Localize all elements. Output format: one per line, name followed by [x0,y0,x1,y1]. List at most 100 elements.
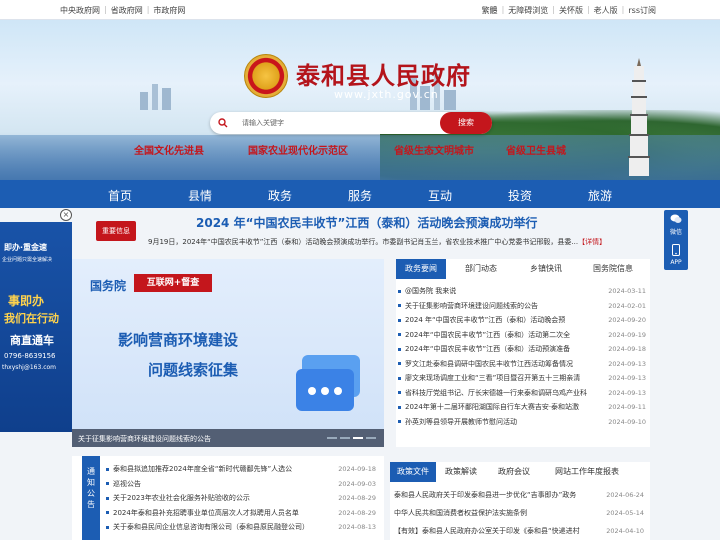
carousel-dot[interactable] [340,437,350,439]
list-item[interactable]: 罗文江赴泰和县调研中国农民丰收节江西活动筹备情况 2024-09-13 [398,357,646,372]
divider: | [146,5,150,14]
tab-gov-news[interactable]: 政务要闻 [396,259,446,279]
search-button[interactable]: 搜索 [440,112,492,134]
main-nav: 首页 县情 政务 服务 互动 投资 旅游 [0,180,720,208]
top-links-left: 中央政府网 | 省政府网 | 市政府网 [60,5,185,16]
hero-banner: 泰和县人民政府 www.jxth.gov.cn 请输入关键字 搜索 全国文化先进… [0,20,720,180]
floating-toolbar-right: 微信 APP [664,210,688,270]
notice-panel: 泰和县拟追加推荐2024年度全省“新时代赣鄱先锋”人选公 2024-09-18 巡… [72,456,384,540]
search-icon [218,118,228,128]
top-link-elder-mode[interactable]: 老人版 [594,5,618,16]
ad-line-5: 商直通车 [10,334,54,347]
list-item[interactable]: 关于2023年农业社会化服务补贴验收的公示 2024-08-29 [106,491,376,506]
site-title: 泰和县人民政府 [296,61,471,90]
tab-town-news[interactable]: 乡镇快讯 [516,259,576,279]
tab-gov-meetings[interactable]: 政府会议 [486,462,542,482]
nav-item-county-info[interactable]: 县情 [188,187,212,204]
banner-tag-state-council: 国务院 [90,279,127,293]
list-item[interactable]: 关于泰和县民间企业信息咨询有限公司（泰和县原民融登公司） 2024-08-13 [106,520,376,535]
tab-policy-docs[interactable]: 政策文件 [390,462,436,482]
banner-title-line-2: 问题线索征集 [148,361,239,379]
list-item[interactable]: 廖文来现场调度工业和“三看”项目暨召开第五十三期亲清 2024-09-13 [398,371,646,386]
ad-line-4: 我们在行动 [4,312,59,325]
important-news-badge: 重要信息 [96,221,136,241]
ad-line-3: 事即办 [8,294,45,308]
nav-item-interaction[interactable]: 互动 [428,187,452,204]
docs-list: 泰和县人民政府关于印发泰和县进一步优化“吉事即办”政务 2024-06-24 中华… [394,486,644,540]
list-item[interactable]: @国务院 我来说 2024-03-11 [398,284,646,299]
mobile-phone-icon[interactable] [672,244,680,256]
headline-more-link[interactable]: 【详情】 [578,238,606,246]
slogan-3: 省级生态文明城市 [394,146,474,157]
river-illustration [0,135,720,180]
nav-item-tourism[interactable]: 旅游 [588,187,612,204]
tab-state-council-info[interactable]: 国务院信息 [576,259,650,279]
top-link-care-mode[interactable]: 关怀版 [559,5,583,16]
ad-email: thxyshj@163.com [2,364,57,371]
notice-section-text: 通知公告 [87,467,95,509]
top-link-central-gov[interactable]: 中央政府网 [60,5,100,16]
wechat-icon[interactable] [670,214,682,224]
notice-list: 泰和县拟追加推荐2024年度全省“新时代赣鄱先锋”人选公 2024-09-18 巡… [106,462,376,535]
slogan-4: 省级卫生县城 [506,146,566,157]
wechat-label[interactable]: 微信 [664,227,688,236]
list-item[interactable]: 孙英刘等县领导开展教师节慰问活动 2024-09-10 [398,415,646,430]
list-item[interactable]: 泰和县人民政府关于印发泰和县进一步优化“吉事即办”政务 2024-06-24 [394,486,644,504]
list-item[interactable]: 2024年第十二届环鄱阳湖国际自行车大赛吉安·泰和站激 2024-09-11 [398,400,646,415]
list-item[interactable]: 省科技厅党组书记、厅长宋德雄一行来泰和调研乌鸡产业科 2024-09-13 [398,386,646,401]
list-item[interactable]: 【有效】泰和县人民政府办公室关于印发《泰和县“快递进村 2024-04-10 [394,522,644,540]
banner-tag-internet-supervision: 互联网+督查 [134,274,212,292]
close-icon[interactable]: × [60,209,72,221]
docs-panel: 政策文件 政策解读 政府会议 网站工作年度报表 泰和县人民政府关于印发泰和县进一… [390,462,650,540]
tab-annual-report[interactable]: 网站工作年度报表 [542,462,632,482]
nav-item-home[interactable]: 首页 [108,187,132,204]
list-item[interactable]: 巡视公告 2024-09-03 [106,477,376,492]
top-links-right: 繁體 | 无障碍浏览 | 关怀版 | 老人版 | rss订阅 [482,5,656,16]
slogan-1: 全国文化先进县 [134,146,204,157]
top-bar: 中央政府网 | 省政府网 | 市政府网 繁體 | 无障碍浏览 | 关怀版 | 老… [0,0,720,20]
headline-title[interactable]: 2024 年“中国农民丰收节”江西（泰和）活动晚会预演成功举行 [196,214,537,231]
divider: | [501,5,505,14]
ad-line-2: 企业问题只需全速解决 [2,257,53,263]
docs-tabs: 政策文件 政策解读 政府会议 网站工作年度报表 [390,462,632,482]
headline-summary-text: 9月19日，2024年“中国农民丰收节”江西（泰和）活动晚会预演成功举行。市委副… [148,238,579,246]
slogan-2: 国家农业现代化示范区 [248,146,348,157]
search-bar: 请输入关键字 搜索 [210,112,492,134]
search-input[interactable]: 请输入关键字 [242,118,284,128]
notice-section-label: 通知公告 [82,456,100,540]
carousel-dot-active[interactable] [353,437,363,439]
list-item[interactable]: 2024 年“中国农民丰收节”江西（泰和）活动晚会预 2024-09-20 [398,313,646,328]
nav-item-services[interactable]: 服务 [348,187,372,204]
carousel-dot[interactable] [327,437,337,439]
list-item[interactable]: 2024年“中国农民丰收节”江西（泰和）活动预演准备 2024-09-18 [398,342,646,357]
nav-item-government[interactable]: 政务 [268,187,292,204]
ad-phone: 0796-8639156 [4,352,56,360]
top-link-rss[interactable]: rss订阅 [628,5,656,16]
list-item[interactable]: 2024年“中国农民丰收节”江西（泰和）活动第二次全 2024-09-19 [398,328,646,343]
news-tabs: 政务要闻 部门动态 乡镇快讯 国务院信息 [396,259,650,279]
floating-ad-left[interactable]: 即办·重金速 企业问题只需全速解决 事即办 我们在行动 商直通车 0796-86… [0,222,72,432]
tab-dept-news[interactable]: 部门动态 [446,259,516,279]
app-label[interactable]: APP [664,259,688,266]
divider: | [104,5,107,14]
national-emblem-logo [244,54,288,98]
banner-caption[interactable]: 关于征集影响营商环境建设问题线索的公告 [78,434,211,444]
top-link-accessibility[interactable]: 无障碍浏览 [508,5,548,16]
divider: | [586,5,590,14]
carousel-dots [327,437,376,439]
list-item[interactable]: 关于征集影响营商环境建设问题线索的公告 2024-02-01 [398,299,646,314]
top-link-traditional[interactable]: 繁體 [482,5,498,16]
banner-title-line-1: 影响营商环境建设 [118,331,239,349]
list-item[interactable]: 2024年泰和县补充招聘事业单位高层次人才拟聘用人员名单 2024-08-29 [106,506,376,521]
nav-item-investment[interactable]: 投资 [508,187,532,204]
divider: | [621,5,625,14]
news-panel: 政务要闻 部门动态 乡镇快讯 国务院信息 @国务院 我来说 2024-03-11 … [396,259,650,447]
carousel-dot[interactable] [366,437,376,439]
list-item[interactable]: 中华人民共和国消费者权益保护法实施条例 2024-05-14 [394,504,644,522]
promo-banner[interactable]: 国务院 互联网+督查 影响营商环境建设 问题线索征集 关于征集影响营商环境建设问… [72,259,384,447]
top-link-city-gov[interactable]: 市政府网 [153,5,185,16]
list-item[interactable]: 泰和县拟追加推荐2024年度全省“新时代赣鄱先锋”人选公 2024-09-18 [106,462,376,477]
top-link-province-gov[interactable]: 省政府网 [111,5,143,16]
divider: | [552,5,555,14]
tab-policy-interpretation[interactable]: 政策解读 [436,462,486,482]
